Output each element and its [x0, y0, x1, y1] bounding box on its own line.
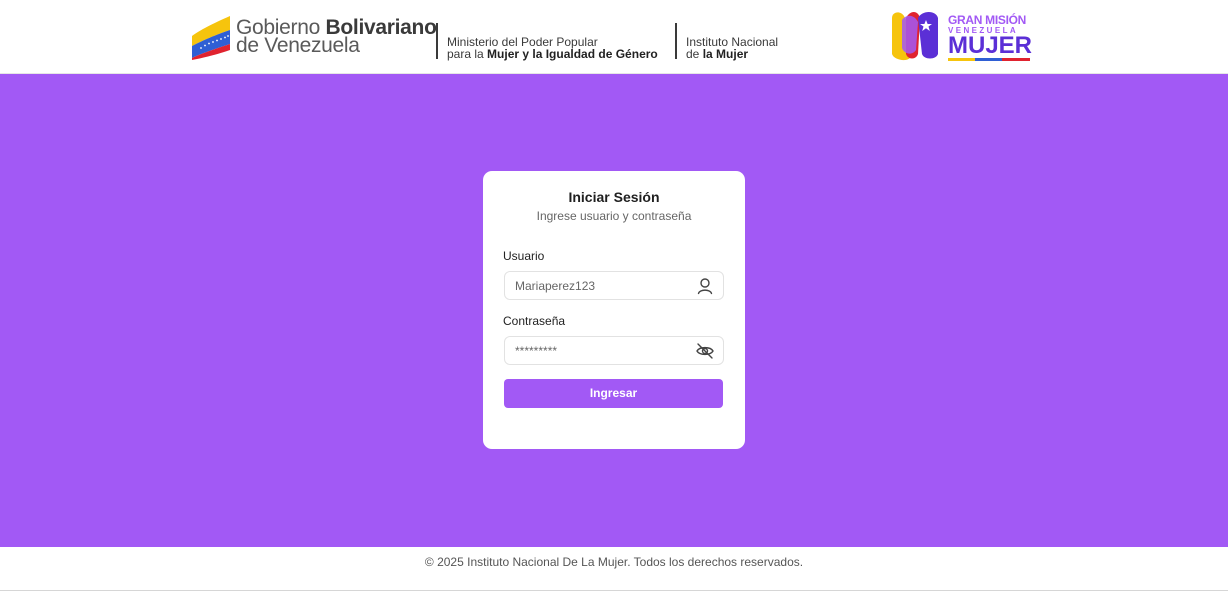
institute-line2-bold: la Mujer	[702, 47, 749, 61]
mision-line1: GRAN MISIÓN	[948, 13, 1027, 27]
gov-line2: de Venezuela	[236, 34, 360, 57]
login-card: Iniciar Sesión Ingrese usuario y contras…	[483, 171, 745, 449]
header-divider	[436, 23, 438, 59]
password-input-value: *********	[515, 344, 558, 358]
eye-off-icon[interactable]	[695, 341, 715, 361]
gobierno-bolivariano-logo: Gobierno Bolivariano de Venezuela	[190, 12, 437, 62]
password-input[interactable]: *********	[504, 336, 724, 365]
header-divider	[675, 23, 677, 59]
mision-line3: MUJER	[948, 32, 1033, 59]
footer-copyright: © 2025 Instituto Nacional De La Mujer. T…	[424, 555, 804, 569]
ministry-name: Ministerio del Poder Popular para la Muj…	[447, 36, 658, 60]
institute-name: Instituto Nacional de la Mujer	[686, 36, 778, 60]
ingresar-button[interactable]: Ingresar	[504, 379, 723, 408]
user-label: Usuario	[503, 249, 545, 263]
login-subtitle: Ingrese usuario y contraseña	[536, 209, 692, 223]
login-title: Iniciar Sesión	[568, 189, 660, 205]
user-icon	[697, 278, 713, 295]
venezuela-flag-icon	[192, 16, 230, 60]
ministry-line2-bold: Mujer y la Igualdad de Género	[487, 47, 658, 61]
user-input[interactable]: Mariaperez123	[504, 271, 724, 300]
user-input-value: Mariaperez123	[515, 279, 596, 293]
institute-line2-prefix: de	[686, 47, 703, 61]
gran-mision-mujer-logo: GRAN MISIÓN VENEZUELA MUJER	[888, 10, 1033, 62]
password-label: Contraseña	[503, 314, 566, 328]
footer: © 2025 Instituto Nacional De La Mujer. T…	[0, 547, 1228, 591]
main-area: Iniciar Sesión Ingrese usuario y contras…	[0, 74, 1228, 547]
mujer-m-logo-icon	[892, 12, 938, 61]
top-header: Gobierno Bolivariano de Venezuela Minist…	[0, 0, 1228, 74]
ministry-line2-prefix: para la	[447, 47, 488, 61]
